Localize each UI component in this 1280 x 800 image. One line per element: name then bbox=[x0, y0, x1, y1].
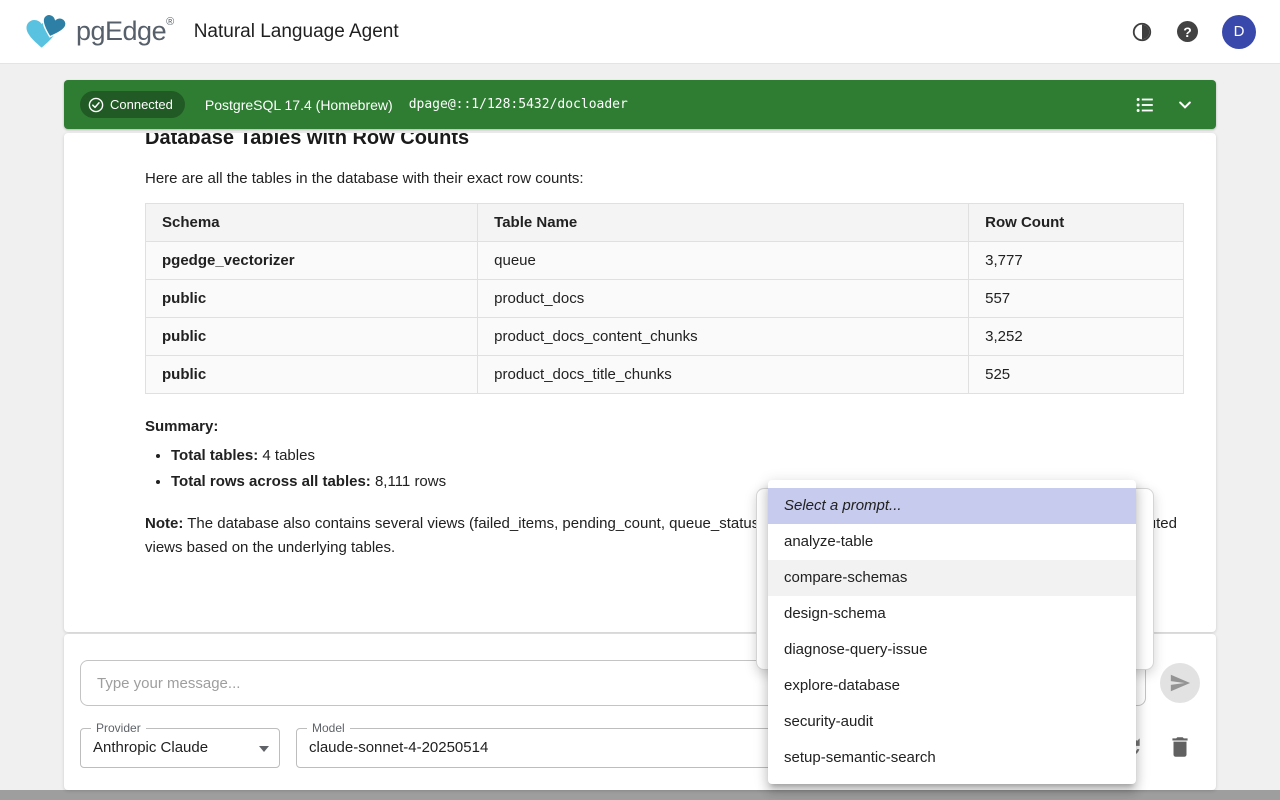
connection-collapse-button[interactable] bbox=[1170, 90, 1200, 120]
table-row: public product_docs 557 bbox=[146, 280, 1184, 318]
table-row: public product_docs_title_chunks 525 bbox=[146, 356, 1184, 394]
dropdown-arrow-icon bbox=[259, 746, 269, 752]
help-icon: ? bbox=[1177, 21, 1198, 42]
table-cell: 3,777 bbox=[969, 242, 1184, 280]
connection-bar[interactable]: Connected PostgreSQL 17.4 (Homebrew) dpa… bbox=[64, 80, 1216, 129]
table-cell: public bbox=[146, 280, 478, 318]
theme-toggle-button[interactable] bbox=[1131, 21, 1153, 43]
table-cell: public bbox=[146, 318, 478, 356]
prompt-menu-item[interactable]: security-audit bbox=[768, 704, 1136, 740]
connected-check-icon bbox=[88, 97, 104, 113]
list-item: Total tables: 4 tables bbox=[171, 447, 1184, 464]
table-cell: product_docs_title_chunks bbox=[478, 356, 969, 394]
session-list-button[interactable] bbox=[1130, 90, 1160, 120]
table-header-row: Schema Table Name Row Count bbox=[146, 204, 1184, 242]
brand-name: pgEdge® bbox=[76, 16, 174, 47]
list-icon bbox=[1134, 94, 1156, 116]
table-row: public product_docs_content_chunks 3,252 bbox=[146, 318, 1184, 356]
chevron-down-icon bbox=[1174, 94, 1196, 116]
summary-heading: Summary: bbox=[145, 418, 1184, 435]
avatar[interactable]: D bbox=[1222, 15, 1256, 49]
theme-toggle-icon bbox=[1131, 21, 1153, 43]
app-header: pgEdge® Natural Language Agent ? D bbox=[0, 0, 1280, 64]
prompt-menu-placeholder[interactable]: Select a prompt... bbox=[768, 488, 1136, 524]
message-heading: Database Tables with Row Counts bbox=[145, 133, 1184, 150]
table-row: pgedge_vectorizer queue 3,777 bbox=[146, 242, 1184, 280]
column-header: Row Count bbox=[969, 204, 1184, 242]
message-intro: Here are all the tables in the database … bbox=[145, 170, 1184, 187]
model-label: Model bbox=[307, 721, 350, 735]
table-cell: product_docs bbox=[478, 280, 969, 318]
help-button[interactable]: ? bbox=[1177, 21, 1198, 42]
app-root: pgEdge® Natural Language Agent ? D Conne… bbox=[0, 0, 1280, 800]
prompt-menu-item[interactable]: design-schema bbox=[768, 596, 1136, 632]
prompt-menu: Select a prompt... analyze-table compare… bbox=[768, 480, 1136, 784]
send-icon bbox=[1169, 672, 1191, 694]
prompt-menu-item[interactable]: analyze-table bbox=[768, 524, 1136, 560]
prompt-menu-item[interactable]: diagnose-query-issue bbox=[768, 632, 1136, 668]
header-actions: ? D bbox=[1131, 15, 1256, 49]
clear-chat-button[interactable] bbox=[1166, 734, 1194, 762]
page-footer-strip bbox=[0, 790, 1280, 800]
table-cell: product_docs_content_chunks bbox=[478, 318, 969, 356]
table-cell: 557 bbox=[969, 280, 1184, 318]
table-cell: public bbox=[146, 356, 478, 394]
column-header: Table Name bbox=[478, 204, 969, 242]
page-title: Natural Language Agent bbox=[194, 21, 399, 43]
table-cell: 3,252 bbox=[969, 318, 1184, 356]
column-header: Schema bbox=[146, 204, 478, 242]
table-cell: 525 bbox=[969, 356, 1184, 394]
server-version: PostgreSQL 17.4 (Homebrew) bbox=[205, 97, 393, 113]
provider-label: Provider bbox=[91, 721, 146, 735]
prompt-menu-item[interactable]: compare-schemas bbox=[768, 560, 1136, 596]
table-cell: queue bbox=[478, 242, 969, 280]
results-table: Schema Table Name Row Count pgedge_vecto… bbox=[145, 203, 1184, 394]
provider-select[interactable]: Provider Anthropic Claude bbox=[80, 728, 280, 768]
trash-icon bbox=[1167, 734, 1193, 760]
send-button[interactable] bbox=[1160, 663, 1200, 703]
connection-string: dpage@::1/128:5432/docloader bbox=[409, 97, 628, 112]
status-badge: Connected bbox=[80, 91, 185, 118]
table-cell: pgedge_vectorizer bbox=[146, 242, 478, 280]
status-label: Connected bbox=[110, 97, 173, 112]
prompt-menu-item[interactable]: setup-semantic-search bbox=[768, 740, 1136, 776]
pgedge-logo-icon bbox=[24, 12, 70, 52]
brand: pgEdge® bbox=[24, 12, 174, 52]
prompt-menu-item[interactable]: explore-database bbox=[768, 668, 1136, 704]
